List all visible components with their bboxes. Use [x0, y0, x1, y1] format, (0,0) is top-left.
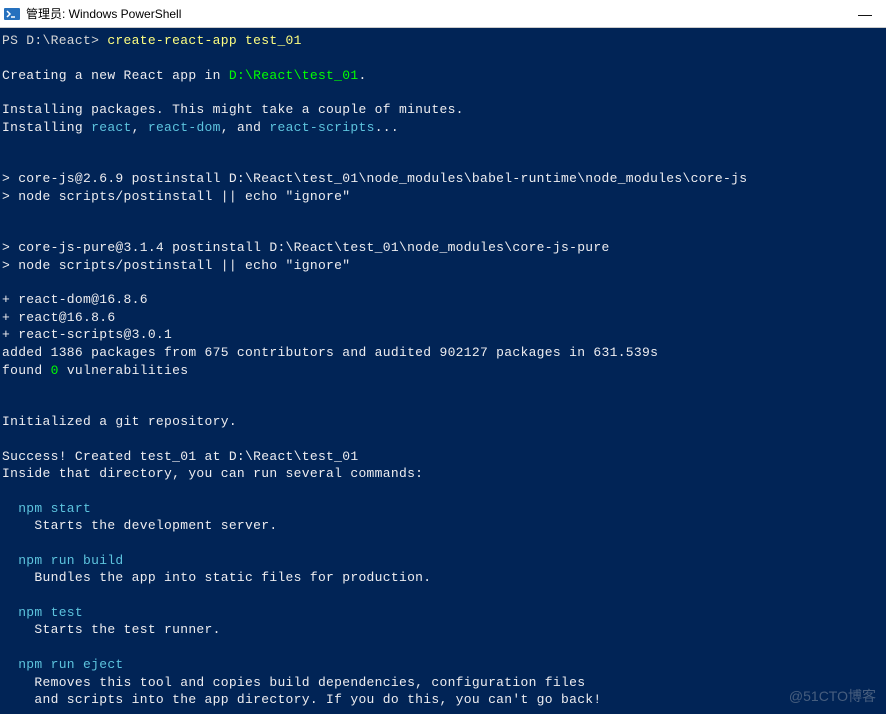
terminal-line: npm start — [2, 500, 886, 518]
terminal-line: Inside that directory, you can run sever… — [2, 465, 886, 483]
terminal-line: Removes this tool and copies build depen… — [2, 674, 886, 692]
terminal-line — [2, 50, 886, 67]
terminal-line: Creating a new React app in D:\React\tes… — [2, 67, 886, 85]
terminal-line — [2, 136, 886, 153]
terminal-line: npm test — [2, 604, 886, 622]
terminal-line — [2, 274, 886, 291]
terminal-line: > core-js-pure@3.1.4 postinstall D:\Reac… — [2, 239, 886, 257]
terminal-line — [2, 587, 886, 604]
terminal-line — [2, 84, 886, 101]
terminal-line — [2, 709, 886, 714]
terminal-line — [2, 535, 886, 552]
terminal-line — [2, 379, 886, 396]
terminal-line: Installing packages. This might take a c… — [2, 101, 886, 119]
terminal-line: > node scripts/postinstall || echo "igno… — [2, 188, 886, 206]
terminal-line: found 0 vulnerabilities — [2, 362, 886, 380]
terminal-line — [2, 205, 886, 222]
terminal-line: Initialized a git repository. — [2, 413, 886, 431]
terminal-line: > core-js@2.6.9 postinstall D:\React\tes… — [2, 170, 886, 188]
window-title: 管理员: Windows PowerShell — [26, 5, 848, 22]
watermark: @51CTO博客 — [789, 686, 876, 706]
terminal-line: > node scripts/postinstall || echo "igno… — [2, 257, 886, 275]
terminal-line — [2, 222, 886, 239]
terminal-line — [2, 396, 886, 413]
terminal-line: + react-dom@16.8.6 — [2, 291, 886, 309]
powershell-icon — [4, 6, 20, 22]
terminal-line: added 1386 packages from 675 contributor… — [2, 344, 886, 362]
terminal-line: Bundles the app into static files for pr… — [2, 569, 886, 587]
terminal-output[interactable]: PS D:\React> create-react-app test_01 Cr… — [0, 28, 886, 714]
terminal-line: Success! Created test_01 at D:\React\tes… — [2, 448, 886, 466]
terminal-line — [2, 483, 886, 500]
terminal-line: Starts the development server. — [2, 517, 886, 535]
terminal-line — [2, 431, 886, 448]
terminal-line — [2, 153, 886, 170]
minimize-button[interactable]: — — [848, 6, 882, 22]
terminal-line: Installing react, react-dom, and react-s… — [2, 119, 886, 137]
terminal-line: npm run eject — [2, 656, 886, 674]
terminal-line: and scripts into the app directory. If y… — [2, 691, 886, 709]
terminal-line: npm run build — [2, 552, 886, 570]
terminal-line: + react@16.8.6 — [2, 309, 886, 327]
terminal-line: PS D:\React> create-react-app test_01 — [2, 32, 886, 50]
window-title-bar: 管理员: Windows PowerShell — — [0, 0, 886, 28]
terminal-line: + react-scripts@3.0.1 — [2, 326, 886, 344]
terminal-line — [2, 639, 886, 656]
terminal-line: Starts the test runner. — [2, 621, 886, 639]
